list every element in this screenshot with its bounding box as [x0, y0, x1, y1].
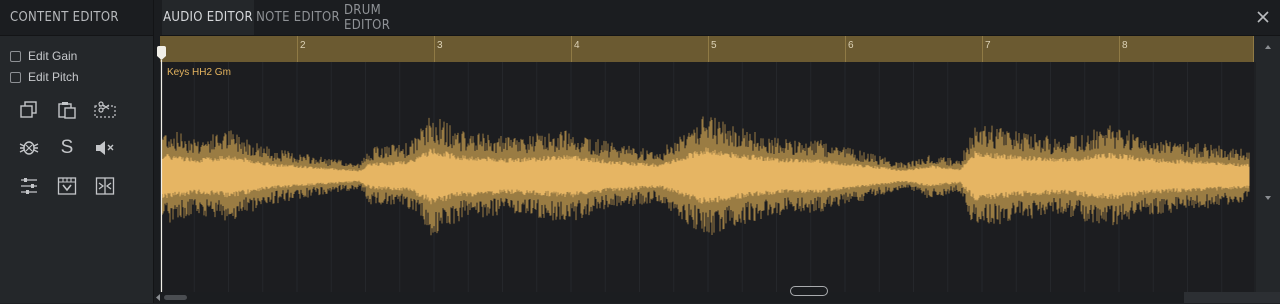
tool-grid: S	[16, 97, 126, 199]
scroll-left-icon[interactable]	[154, 292, 164, 303]
tab-label: NOTE EDITOR	[256, 10, 340, 25]
split-button[interactable]	[92, 173, 118, 199]
edit-gain-checkbox[interactable]: Edit Gain	[10, 46, 153, 66]
solo-icon: S	[60, 137, 74, 158]
ruler-bar-number: 7	[985, 40, 991, 51]
clip-name: Keys HH2 Gm	[167, 67, 231, 78]
ruler-bar-mark	[982, 36, 983, 62]
split-icon	[95, 177, 115, 195]
panel-title: CONTENT EDITOR	[0, 0, 153, 36]
vertical-scrollbar[interactable]	[1256, 36, 1280, 292]
eq-sliders-icon	[21, 178, 37, 194]
tab-label: AUDIO EDITOR	[163, 10, 253, 25]
ruler-bar-mark	[845, 36, 846, 62]
horizontal-scrollbar[interactable]	[154, 292, 1280, 303]
close-icon[interactable]	[1256, 10, 1270, 24]
scroll-track-end	[1184, 292, 1280, 303]
ruler-bar-number: 8	[1122, 40, 1128, 51]
edit-pitch-checkbox[interactable]: Edit Pitch	[10, 67, 153, 87]
tab-label: DRUM EDITOR	[344, 2, 391, 33]
editor-tab-bar: AUDIO EDITOR NOTE EDITOR DRUM EDITOR	[160, 0, 1280, 36]
checkbox-box[interactable]	[10, 71, 21, 83]
edit-pitch-label: Edit Pitch	[28, 70, 79, 84]
ruler-bar-number: 2	[300, 40, 306, 51]
solo-button[interactable]: S	[54, 135, 80, 161]
edit-gain-label: Edit Gain	[28, 49, 78, 63]
playhead[interactable]	[155, 44, 167, 304]
ruler-bar-mark	[1119, 36, 1120, 62]
ruler-bar-mark	[708, 36, 709, 62]
mute-icon	[96, 141, 114, 155]
tab-audio-editor[interactable]: AUDIO EDITOR	[162, 0, 254, 35]
ruler-bar-number: 4	[574, 40, 580, 51]
ruler-bar-number: 6	[848, 40, 854, 51]
scroll-down-icon[interactable]	[1256, 191, 1280, 205]
debug-button[interactable]	[16, 135, 42, 161]
eq-button[interactable]	[16, 173, 42, 199]
tab-drum-editor[interactable]: DRUM EDITOR	[344, 0, 430, 35]
paste-button[interactable]	[54, 97, 80, 123]
zoom-handle[interactable]	[790, 286, 828, 296]
ruler-bar-mark	[434, 36, 435, 62]
quantize-icon	[57, 177, 77, 195]
ruler-bar-number: 5	[711, 40, 717, 51]
ruler-bar-number: 3	[437, 40, 443, 51]
scroll-up-icon[interactable]	[1256, 40, 1280, 54]
copy-button[interactable]	[16, 97, 42, 123]
cut-button[interactable]	[92, 97, 118, 123]
scroll-thumb[interactable]	[164, 295, 187, 300]
checkbox-box[interactable]	[10, 50, 21, 62]
content-editor-panel: CONTENT EDITOR Edit Gain Edit Pitch S	[0, 0, 154, 303]
paste-icon	[58, 102, 76, 119]
audio-waveform[interactable]	[160, 62, 1254, 292]
mute-button[interactable]	[92, 135, 118, 161]
ruler-bar-mark	[571, 36, 572, 62]
ruler-bar-mark	[297, 36, 298, 62]
timeline-ruler[interactable]: 2 3 4 5 6 7 8 9	[160, 36, 1262, 62]
audio-track-area[interactable]	[160, 62, 1254, 292]
quantize-button[interactable]	[54, 173, 80, 199]
copy-icon	[20, 101, 37, 118]
bug-icon	[19, 141, 39, 155]
tab-note-editor[interactable]: NOTE EDITOR	[256, 0, 340, 35]
cut-icon	[94, 101, 116, 118]
